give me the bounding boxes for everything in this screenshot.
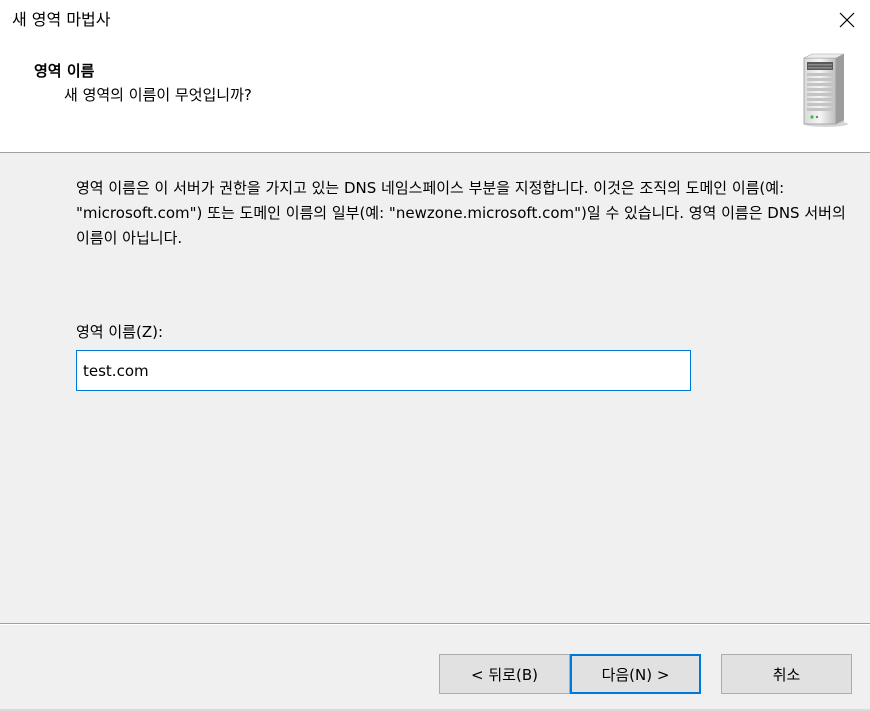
new-zone-wizard-window: 새 영역 마법사 영역 이름 새 영역의 이름이 무엇입니까? 영역 이름은 이…: [0, 0, 870, 711]
server-tower-icon: [803, 53, 848, 127]
close-button[interactable]: [824, 0, 870, 40]
header-divider: [0, 152, 870, 153]
page-title: 영역 이름: [34, 62, 95, 80]
zone-name-input[interactable]: [76, 350, 691, 391]
title-bar: 새 영역 마법사: [0, 0, 870, 40]
page-subtitle: 새 영역의 이름이 무엇입니까?: [64, 86, 252, 104]
window-title: 새 영역 마법사: [12, 10, 111, 29]
zone-name-label: 영역 이름(Z):: [76, 323, 164, 341]
wizard-header: 영역 이름 새 영역의 이름이 무엇입니까?: [0, 40, 870, 152]
close-icon: [839, 12, 855, 28]
back-button[interactable]: < 뒤로(B): [439, 654, 570, 694]
zone-name-description: 영역 이름은 이 서버가 권한을 가지고 있는 DNS 네임스페이스 부분을 지…: [76, 179, 846, 247]
next-button[interactable]: 다음(N) >: [570, 654, 701, 694]
cancel-button[interactable]: 취소: [721, 654, 852, 694]
footer-divider-highlight: [0, 624, 870, 625]
